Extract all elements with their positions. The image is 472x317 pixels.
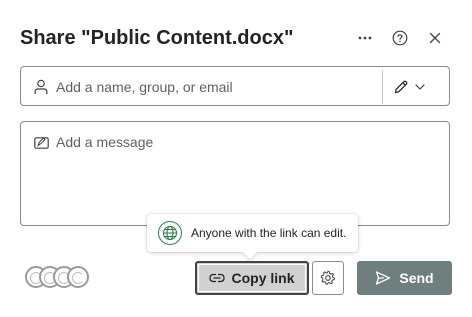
- shared-with-avatars[interactable]: [25, 266, 91, 290]
- message-input[interactable]: [56, 134, 436, 214]
- pencil-icon: [394, 80, 408, 94]
- message-area: [20, 121, 450, 226]
- dialog-title: Share "Public Content.docx": [20, 27, 294, 49]
- message-icon: [34, 137, 49, 149]
- send-label: Send: [399, 270, 434, 286]
- tooltip-text: Anyone with the link can edit.: [191, 226, 347, 240]
- send-button[interactable]: Send: [357, 261, 452, 295]
- avatar: [67, 266, 89, 288]
- link-settings-button[interactable]: [312, 261, 344, 295]
- tooltip-arrow: [242, 244, 258, 260]
- permission-dropdown[interactable]: [393, 75, 441, 99]
- more-options-icon[interactable]: [353, 28, 377, 48]
- person-icon: [34, 79, 48, 94]
- field-divider: [382, 70, 383, 104]
- globe-icon: [158, 221, 182, 245]
- send-icon: [376, 271, 391, 285]
- chevron-down-icon: [415, 84, 425, 90]
- copy-link-button[interactable]: Copy link: [195, 261, 309, 295]
- close-icon[interactable]: [423, 28, 447, 48]
- header-actions: [353, 28, 447, 48]
- link-icon: [209, 273, 226, 283]
- link-settings-tooltip: Anyone with the link can edit.: [147, 214, 358, 260]
- gear-icon: [320, 270, 335, 285]
- people-picker: [20, 66, 450, 106]
- people-input[interactable]: [56, 76, 376, 98]
- copy-link-label: Copy link: [231, 270, 295, 286]
- help-icon[interactable]: [388, 28, 412, 48]
